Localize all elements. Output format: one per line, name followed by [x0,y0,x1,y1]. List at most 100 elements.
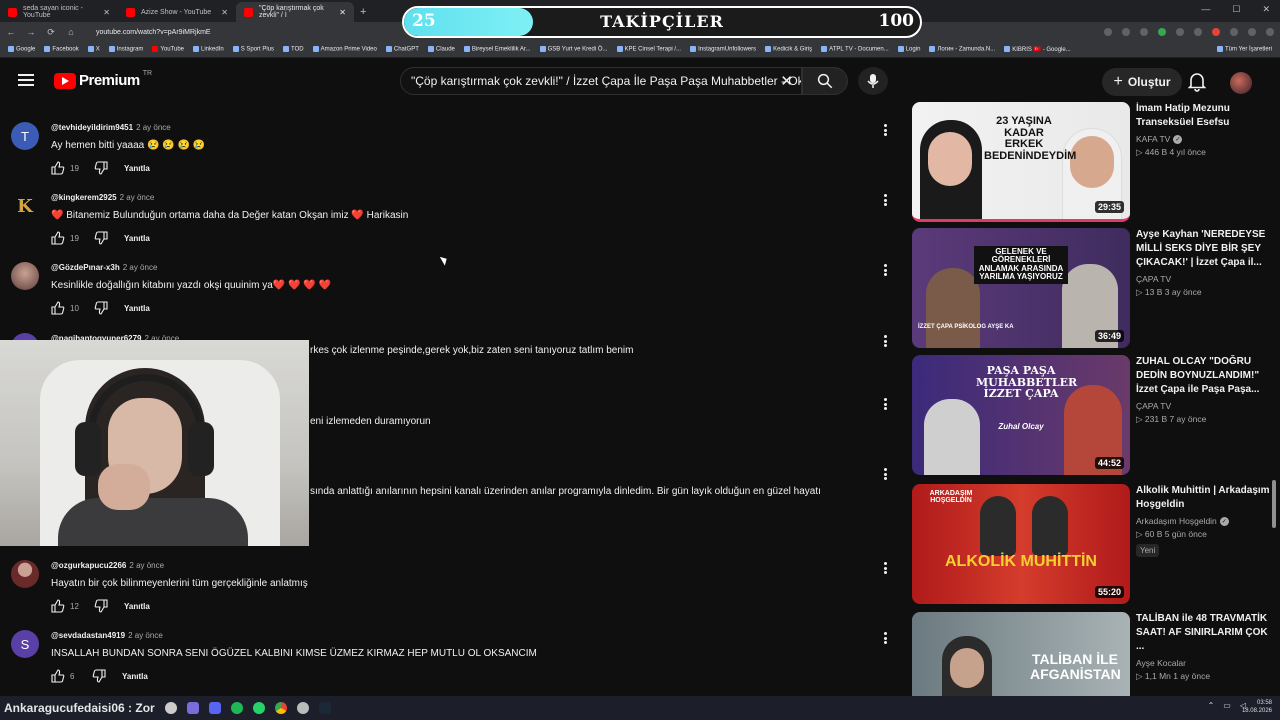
close-tab-icon[interactable]: ✕ [221,8,228,17]
video-title[interactable]: TALİBAN ile 48 TRAVMATİK SAAT! AF SINIRL… [1136,612,1272,654]
voice-search-button[interactable] [858,67,888,95]
recommended-video[interactable]: 23 YAŞINA KADAR ERKEK BEDENİNDEYDİM 29:3… [912,102,1272,224]
bookmark-item[interactable]: Kedicik & Giriş [765,46,812,53]
bookmark-item[interactable]: Bireysel Emeklilik Ar... [463,46,531,53]
profile-icon[interactable] [1248,28,1256,36]
reload-icon[interactable]: ⟳ [46,27,56,38]
address-bar[interactable]: youtube.com/watch?v=pAr9iMRjkmE [96,29,211,36]
close-tab-icon[interactable]: ✕ [103,8,110,17]
reply-button[interactable]: Yanıtla [122,672,148,681]
like-icon[interactable] [51,161,65,175]
like-icon[interactable] [51,669,65,683]
bookmark-item[interactable]: TOD [283,46,304,53]
clear-search-icon[interactable]: ✕ [780,72,793,90]
bookmark-item[interactable]: S Sport Plus [232,46,274,53]
bookmark-item[interactable]: Google [8,46,35,53]
dislike-icon[interactable] [92,669,106,683]
extensions-puzzle-icon[interactable] [1230,28,1238,36]
close-tab-icon[interactable]: ✕ [339,8,346,17]
spotify-taskbar-icon[interactable] [230,702,243,714]
back-icon[interactable]: ← [6,27,16,37]
comment-author[interactable]: @sevdadastan4919 [51,631,125,640]
browser-tab-2[interactable]: Azize Show - YouTube ✕ [118,2,236,22]
chevron-up-icon[interactable]: ⌃ [1208,701,1215,710]
like-icon[interactable] [51,301,65,315]
bookmark-item[interactable]: Amazon Prime Video [312,46,377,53]
video-title[interactable]: ZUHAL OLCAY "DOĞRU DEDİN BOYNUZLANDIM!" … [1136,355,1272,397]
bookmark-item[interactable]: ATPL TV - Documen... [821,46,889,53]
recommended-video[interactable]: GELENEK VE GÖRENEKLERİ ANLAMAK ARASINDA … [912,228,1272,350]
more-options-icon[interactable] [879,333,891,349]
browser-tab-1[interactable]: seda sayan iconic - YouTube ✕ [0,2,118,22]
bookmark-item[interactable]: ChatGPT [385,46,419,53]
dislike-icon[interactable] [94,231,108,245]
bookmark-item[interactable]: GSB Yurt ve Kredi Ö... [539,46,608,53]
recommended-video[interactable]: TALİBAN İLE AFGANİSTAN TALİBAN ile 48 TR… [912,612,1272,696]
comment-time[interactable]: 2 ay önce [128,631,163,640]
bookmark-star-icon[interactable] [1140,28,1148,36]
comment-avatar[interactable] [11,262,39,290]
minimize-icon[interactable]: — [1201,4,1210,15]
more-options-icon[interactable] [879,560,891,576]
scrollbar-thumb[interactable] [1272,480,1276,528]
video-title[interactable]: Alkolik Muhittin | Arkadaşım Hoşgeldin [1136,484,1272,512]
like-icon[interactable] [51,231,65,245]
create-button[interactable]: + Oluştur [1102,68,1182,96]
account-avatar[interactable] [1230,72,1252,94]
extension-icon[interactable] [1158,28,1166,36]
network-icon[interactable]: ▭ [1223,701,1231,710]
more-options-icon[interactable] [879,122,891,138]
video-thumbnail[interactable]: 23 YAŞINA KADAR ERKEK BEDENİNDEYDİM 29:3… [912,102,1130,222]
zoom-icon[interactable] [1104,28,1112,36]
search-input[interactable]: "Çöp karıştırmak çok zevkli!" / İzzet Ça… [400,67,802,95]
home-icon[interactable]: ⌂ [66,27,76,37]
dislike-icon[interactable] [94,161,108,175]
bookmark-item[interactable]: Claude [427,46,455,53]
extension-icon[interactable] [1194,28,1202,36]
chrome-taskbar-icon[interactable] [274,702,287,714]
like-icon[interactable] [51,599,65,613]
comment-author[interactable]: @GözdePınar-x3h [51,263,120,272]
comment-avatar[interactable] [11,560,39,588]
whatsapp-taskbar-icon[interactable] [252,702,265,714]
recommended-video[interactable]: PAŞA PAŞA MUHABBETLER İZZET ÇAPA Zuhal O… [912,355,1272,477]
more-options-icon[interactable] [879,262,891,278]
comment-author[interactable]: @tevhideyildirim9451 [51,123,133,132]
more-options-icon[interactable] [879,396,891,412]
bookmark-item[interactable]: KIBRIS 🇹🇷 - Google... [1004,46,1071,53]
reply-button[interactable]: Yanıtla [124,602,150,611]
channel-name[interactable]: ÇAPA TV [1136,401,1171,411]
channel-name[interactable]: Ayşe Kocalar [1136,658,1186,668]
video-thumbnail[interactable]: TALİBAN İLE AFGANİSTAN [912,612,1130,696]
video-thumbnail[interactable]: PAŞA PAŞA MUHABBETLER İZZET ÇAPA Zuhal O… [912,355,1130,475]
channel-name[interactable]: KAFA TV [1136,134,1170,144]
recommended-video[interactable]: ARKADAŞIM HOŞGELDİN ALKOLİK MUHİTTİN 55:… [912,484,1272,606]
youtube-logo[interactable]: Premium TR [54,70,152,89]
all-bookmarks[interactable]: Tüm Yer İşaretleri [1216,46,1272,53]
comment-avatar[interactable]: T [11,122,39,150]
discord-taskbar-icon[interactable] [208,702,221,714]
extension-icon[interactable] [1176,28,1184,36]
search-taskbar-icon[interactable] [164,702,177,714]
comment-author[interactable]: @ozgurkapucu2266 [51,561,126,570]
steam-taskbar-icon[interactable] [318,702,331,714]
bookmark-item[interactable]: KPE Cinsel Terapi /... [616,46,681,53]
bookmark-item[interactable]: Instagram [108,46,143,53]
bookmark-item[interactable]: Логин - Zamunda.N... [929,46,995,53]
dislike-icon[interactable] [94,599,108,613]
browser-tab-3[interactable]: "Çöp karıştırmak çok zevkli" / İ ✕ [236,2,354,22]
comment-time[interactable]: 2 ay önce [136,123,171,132]
extension-icon[interactable] [1212,28,1220,36]
menu-icon[interactable] [1266,28,1274,36]
comment-time[interactable]: 2 ay önce [129,561,164,570]
more-options-icon[interactable] [879,466,891,482]
maximize-icon[interactable]: ☐ [1232,4,1240,15]
video-thumbnail[interactable]: GELENEK VE GÖRENEKLERİ ANLAMAK ARASINDA … [912,228,1130,348]
comment-time[interactable]: 2 ay önce [123,263,158,272]
video-title[interactable]: İmam Hatip Mezunu Transeksüel Esefsu Anl… [1136,102,1272,130]
comment-avatar[interactable]: S [11,630,39,658]
menu-icon[interactable] [18,74,34,86]
more-options-icon[interactable] [879,630,891,646]
comment-time[interactable]: 2 ay önce [120,193,155,202]
forward-icon[interactable]: → [26,27,36,37]
